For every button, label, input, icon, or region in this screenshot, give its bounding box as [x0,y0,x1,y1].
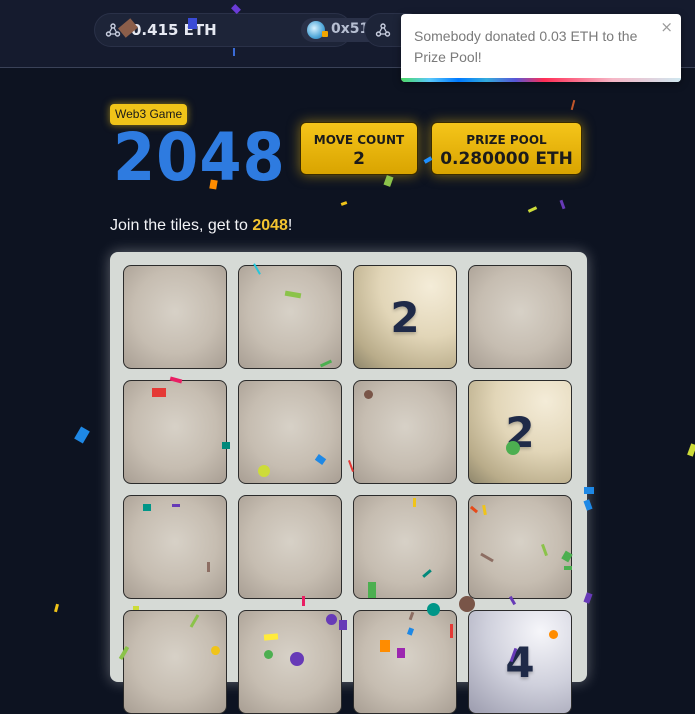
confetti-piece [397,648,405,658]
board-tile: 2 [468,380,572,484]
confetti-piece [264,650,273,659]
confetti-piece [364,390,373,399]
confetti-piece [152,388,166,397]
confetti-piece [74,426,90,444]
confetti-piece [427,603,440,616]
confetti-piece [687,443,695,457]
tagline-highlight: 2048 [252,217,288,234]
toast-message: Somebody donated 0.03 ETH to the Prize P… [414,28,638,65]
move-count-value: 2 [353,149,365,169]
confetti-piece [233,48,235,56]
confetti-piece [207,562,210,572]
tagline-prefix: Join the tiles, get to [110,217,253,234]
confetti-piece [340,201,348,206]
board-tile [123,380,227,484]
board-tile [353,610,457,714]
confetti-piece [263,633,279,641]
confetti-piece [143,504,151,511]
confetti-piece [450,624,453,638]
confetti-piece [339,620,347,630]
prize-pool-box: PRIZE POOL 0.280000 ETH [431,122,582,175]
donation-toast: Somebody donated 0.03 ETH to the Prize P… [401,14,681,82]
confetti-piece [527,206,538,213]
toast-progress-bar-tail [544,78,681,82]
network-icon [375,23,391,37]
confetti-piece [564,566,572,570]
page-title: 2048 [113,119,286,196]
confetti-piece [188,18,197,29]
board-tile [238,380,342,484]
confetti-piece [133,606,139,610]
toast-progress-bar [401,78,544,82]
tile-value: 4 [505,637,535,687]
confetti-piece [383,175,394,187]
board-tile [238,265,342,369]
prize-pool-value: 0.280000 ETH [440,149,573,169]
confetti-piece [506,441,520,455]
board-tile [123,610,227,714]
confetti-piece [413,498,416,507]
board-tile [123,265,227,369]
board-tile: 2 [353,265,457,369]
confetti-piece [290,652,304,666]
confetti-piece [549,630,558,639]
game-board[interactable]: 22 4 [110,252,587,714]
confetti-piece [302,596,305,606]
confetti-piece [459,596,475,612]
avatar [307,21,328,39]
confetti-piece [584,487,594,494]
board-tile: 4 [468,610,572,714]
tagline-suffix: ! [287,217,293,234]
tagline: Join the tiles, get to 2048! [110,217,292,235]
board-tile [238,495,342,599]
board-tile [468,265,572,369]
confetti-piece [258,465,270,477]
move-count-label: MOVE COUNT [313,133,405,147]
confetti-piece [368,582,376,598]
confetti-piece [380,640,390,652]
tile-value: 2 [390,292,420,342]
confetti-piece [570,99,576,111]
move-count-box: MOVE COUNT 2 [300,122,418,175]
board-tile [123,495,227,599]
confetti-piece [222,442,230,449]
wallet-balance: 0.415 ETH [131,21,217,39]
prize-pool-label: PRIZE POOL [466,133,547,147]
confetti-piece [559,199,566,210]
confetti-piece [54,603,59,613]
confetti-piece [172,504,180,507]
close-icon[interactable]: × [660,18,673,36]
